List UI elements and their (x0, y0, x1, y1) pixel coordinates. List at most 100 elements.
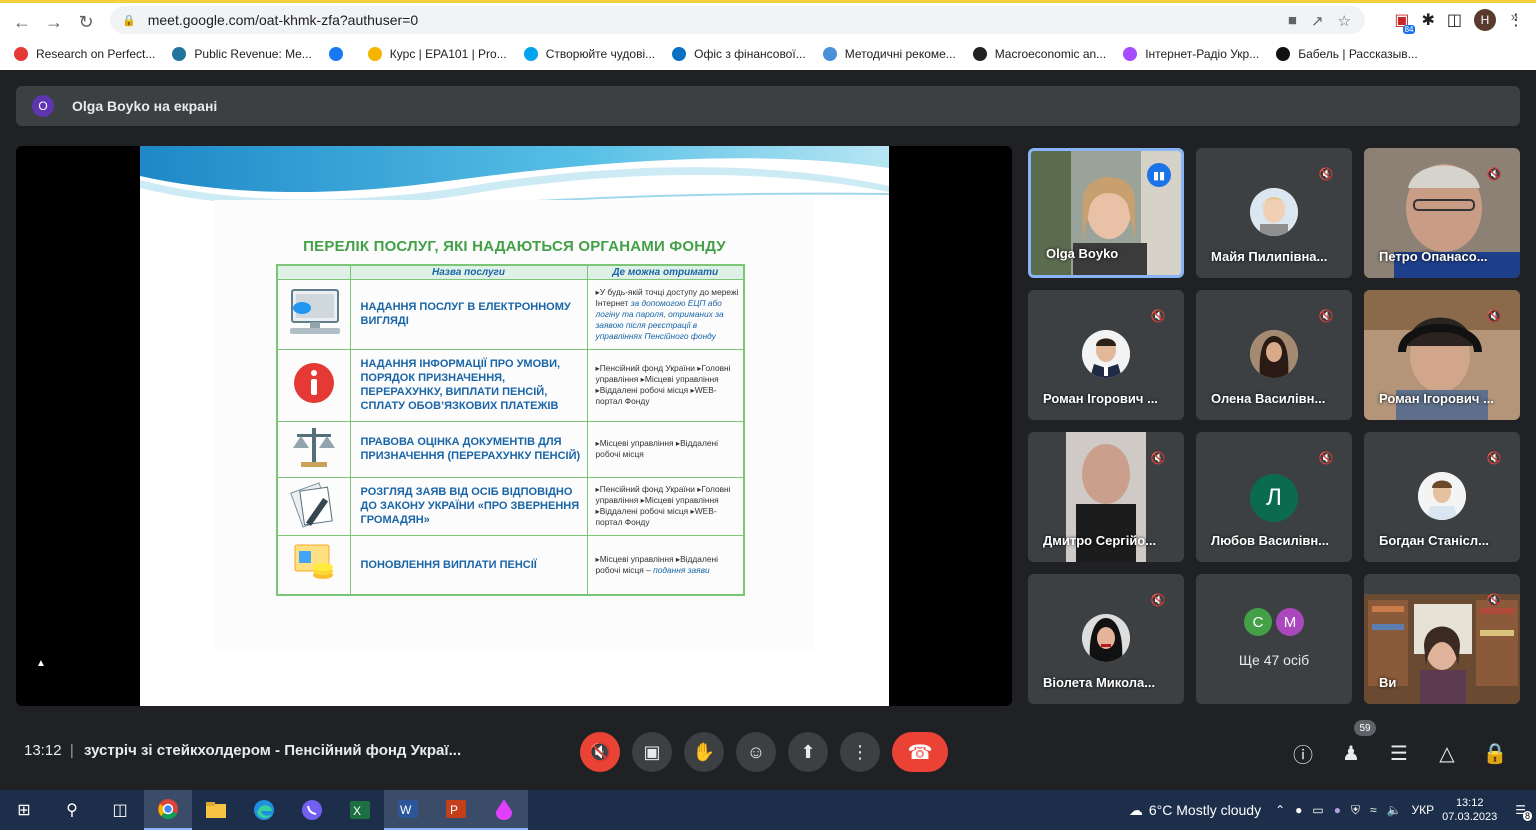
participant-tile[interactable]: 🔇 Віолета Микола... (1028, 574, 1184, 704)
table-header-where: Де можна отримати (586, 264, 745, 280)
participant-tile[interactable]: 🔇 Роман Ігорович ... (1028, 290, 1184, 420)
mic-toggle-button[interactable]: 🔇 (580, 732, 620, 772)
camera-in-use-icon[interactable]: ■ (1288, 12, 1297, 30)
people-count-badge: 59 (1354, 720, 1376, 736)
address-bar[interactable]: 🔒 meet.google.com/oat-khmk-zfa?authuser=… (110, 6, 1365, 34)
bookmarks-bar: Research on Perfect... Public Revenue: Me… (0, 40, 1536, 68)
mic-off-icon: 🔇 (1486, 593, 1502, 607)
bookmark-label: Macroeconomic an... (994, 47, 1107, 61)
people-button[interactable]: ♟ (1336, 738, 1366, 768)
participant-tile[interactable]: 🔇 Петро Опанасо... (1364, 148, 1520, 278)
weather-widget[interactable]: ☁ 6°C Mostly cloudy (1129, 802, 1261, 819)
microphone-icon: ● (1295, 803, 1303, 817)
puzzle-extensions-icon[interactable]: ✱ (1421, 10, 1434, 30)
participant-tile[interactable]: 🔇 Дмитро Сергійо... (1028, 432, 1184, 562)
search-icon[interactable]: ⚲ (48, 790, 96, 830)
participant-tile[interactable]: 🔇 Олена Василівн... (1196, 290, 1352, 420)
more-vert-icon: ⋮ (851, 741, 869, 762)
bookmarks-overflow-icon[interactable]: » (1511, 9, 1518, 24)
more-options-button[interactable]: ⋮ (840, 732, 880, 772)
bookmark-favicon-icon (972, 47, 987, 61)
bookmark-item[interactable]: Research on Perfect... (14, 47, 155, 61)
participant-name: Майя Пилипівна... (1211, 249, 1328, 264)
bookmark-item[interactable]: Курс | EPA101 | Pro... (367, 47, 507, 61)
back-icon[interactable]: ← (6, 8, 38, 36)
bookmark-label: Інтернет-Радіо Укр... (1145, 47, 1260, 61)
more-participants-tile[interactable]: С М Ще 47 осіб (1196, 574, 1352, 704)
extension-icon[interactable]: ▣ 84 (1394, 10, 1416, 34)
participant-tile[interactable]: 🔇 Майя Пилипівна... (1196, 148, 1352, 278)
meeting-details-button[interactable]: ⓘ (1288, 738, 1318, 768)
extension-badge: 84 (1402, 25, 1416, 34)
bookmark-item[interactable] (328, 47, 351, 61)
viber-icon[interactable] (288, 790, 336, 830)
language-indicator[interactable]: УКР (1412, 803, 1435, 817)
bookmark-item[interactable]: Методичні рекоме... (822, 47, 956, 61)
table-header-icon (276, 264, 351, 280)
presentation-stage: ПЕРЕЛІК ПОСЛУГ, ЯКІ НАДАЮТЬСЯ ОРГАНАМИ Ф… (16, 146, 1012, 706)
reload-icon[interactable]: ↻ (70, 8, 102, 36)
shield-icon[interactable]: ⛨ (1351, 803, 1360, 818)
share-icon[interactable]: ↗ (1311, 12, 1324, 30)
present-screen-button[interactable]: ⬆ (788, 732, 828, 772)
participant-avatar (1082, 330, 1130, 378)
participant-name: Любов Василівн... (1211, 533, 1330, 548)
url-text[interactable]: meet.google.com/oat-khmk-zfa?authuser=0 (148, 12, 418, 28)
bookmark-item[interactable]: Інтернет-Радіо Укр... (1123, 47, 1259, 61)
viber-tray-icon[interactable]: ● (1334, 803, 1341, 817)
notifications-icon[interactable]: ☰ 8 (1515, 803, 1532, 821)
chrome-icon[interactable] (144, 790, 192, 830)
bookmark-item[interactable]: Офіс з фінансової... (672, 47, 806, 61)
tray-chevron-icon[interactable]: ⌃ (1275, 803, 1285, 817)
bookmark-favicon-icon (367, 47, 382, 61)
table-row: РОЗГЛЯД ЗАЯВ ВІД ОСІБ ВІДПОВІДНО ДО ЗАКО… (276, 476, 745, 536)
lock-icon: 🔒 (122, 14, 136, 27)
emoji-icon: ☺ (746, 741, 766, 762)
people-icon: ♟ (1342, 742, 1360, 765)
participant-tile[interactable]: ▮▮ Olga Boyko (1028, 148, 1184, 278)
side-panel-icon[interactable]: ◫ (1447, 10, 1462, 30)
self-tile[interactable]: 🔇 Ви (1364, 574, 1520, 704)
lock-person-icon: 🔒 (1482, 742, 1508, 765)
host-controls-button[interactable]: 🔒 (1480, 738, 1510, 768)
excel-icon[interactable]: X (336, 790, 384, 830)
bookmark-item[interactable]: Бабель | Рассказыв... (1276, 47, 1418, 61)
participant-letter-avatar: Л (1250, 474, 1298, 522)
camera-toggle-button[interactable]: ▣ (632, 732, 672, 772)
participant-tile[interactable]: 🔇 Л Любов Василівн... (1196, 432, 1352, 562)
word-icon[interactable]: W (384, 790, 432, 830)
bookmark-item[interactable]: Public Revenue: Me... (172, 47, 312, 61)
scales-of-justice-icon (276, 420, 351, 478)
raise-hand-button[interactable]: ✋ (684, 732, 724, 772)
mic-off-icon: 🔇 (1318, 309, 1334, 323)
mic-off-icon: 🔇 (1150, 309, 1166, 323)
paint-app-icon[interactable] (480, 790, 528, 830)
taskbar-clock[interactable]: 13:12 07.03.2023 (1442, 796, 1497, 824)
browser-chrome: ← → ↻ 🔒 meet.google.com/oat-khmk-zfa?aut… (0, 0, 1536, 70)
volume-icon[interactable]: 🔈 (1387, 803, 1402, 817)
bookmark-item[interactable]: Створюйте чудові... (523, 47, 655, 61)
chat-button[interactable]: ☰ (1384, 738, 1414, 768)
participant-tile[interactable]: 🔇 Богдан Станісл... (1364, 432, 1520, 562)
activities-button[interactable]: △ (1432, 738, 1462, 768)
participant-tile[interactable]: 🔇 Роман Ігорович ... (1364, 290, 1520, 420)
wifi-icon[interactable]: ≈ (1370, 803, 1377, 817)
edge-icon[interactable] (240, 790, 288, 830)
task-view-icon[interactable]: ◫ (96, 790, 144, 830)
table-header-service: Назва послуги (349, 264, 588, 280)
file-explorer-icon[interactable] (192, 790, 240, 830)
bookmark-star-icon[interactable]: ☆ (1338, 12, 1351, 30)
bookmark-item[interactable]: Macroeconomic an... (972, 47, 1107, 61)
mic-off-icon: 🔇 (1486, 167, 1502, 181)
leave-call-button[interactable]: ☎ (892, 732, 948, 772)
profile-avatar[interactable]: H (1474, 9, 1496, 31)
reactions-button[interactable]: ☺ (736, 732, 776, 772)
powerpoint-icon[interactable]: P (432, 790, 480, 830)
participant-avatar (1418, 472, 1466, 520)
camera-icon: ▣ (643, 741, 661, 762)
participant-name: Роман Ігорович ... (1379, 391, 1494, 406)
battery-icon[interactable]: ▭ (1312, 803, 1323, 817)
windows-start-icon[interactable]: ⊞ (0, 790, 48, 830)
service-name: ПОНОВЛЕННЯ ВИПЛАТИ ПЕНСІЇ (349, 534, 588, 596)
forward-icon[interactable]: → (38, 8, 70, 36)
